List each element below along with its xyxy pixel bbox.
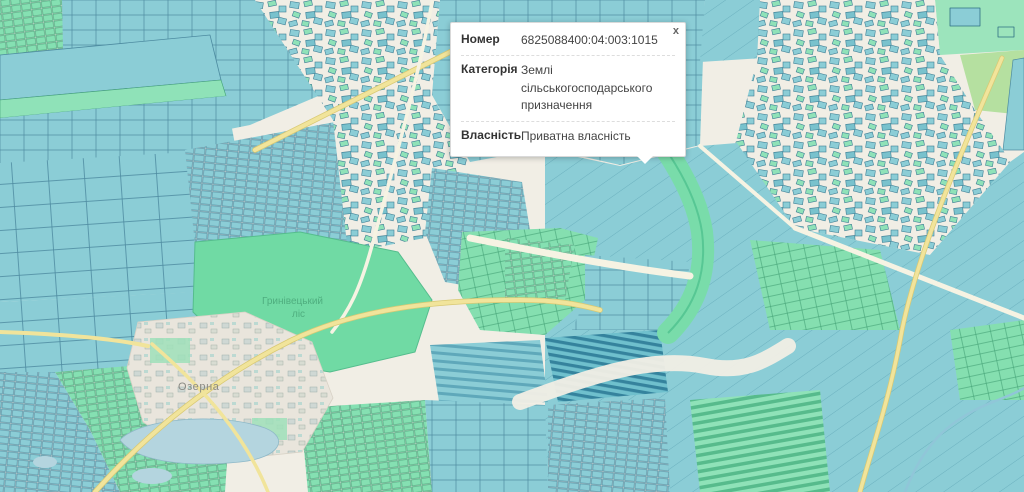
- forest-label-line1: Гринівецький: [262, 296, 323, 307]
- parcel-info-popup: x Номер 6825088400:04:003:1015 Категорія…: [450, 22, 686, 157]
- map-viewport: Озерна Гринівецький ліс О-231113 x Номер…: [0, 0, 1024, 492]
- field-value-ownership: Приватна власність: [521, 128, 675, 145]
- popup-row-category: Категорія Землі сільськогосподарського п…: [461, 55, 675, 120]
- popup-row-number: Номер 6825088400:04:003:1015: [461, 26, 675, 55]
- popup-anchor-arrow: [637, 156, 653, 164]
- popup-row-ownership: Власність Приватна власність: [461, 121, 675, 151]
- town-label: Озерна: [178, 381, 220, 393]
- close-icon[interactable]: x: [673, 26, 679, 37]
- forest-label-line2: ліс: [292, 309, 305, 320]
- field-label-category: Категорія: [461, 62, 521, 114]
- field-value-number: 6825088400:04:003:1015: [521, 32, 675, 49]
- field-value-category: Землі сільськогосподарського призначення: [521, 62, 675, 114]
- field-label-ownership: Власність: [461, 128, 521, 145]
- field-label-number: Номер: [461, 32, 521, 49]
